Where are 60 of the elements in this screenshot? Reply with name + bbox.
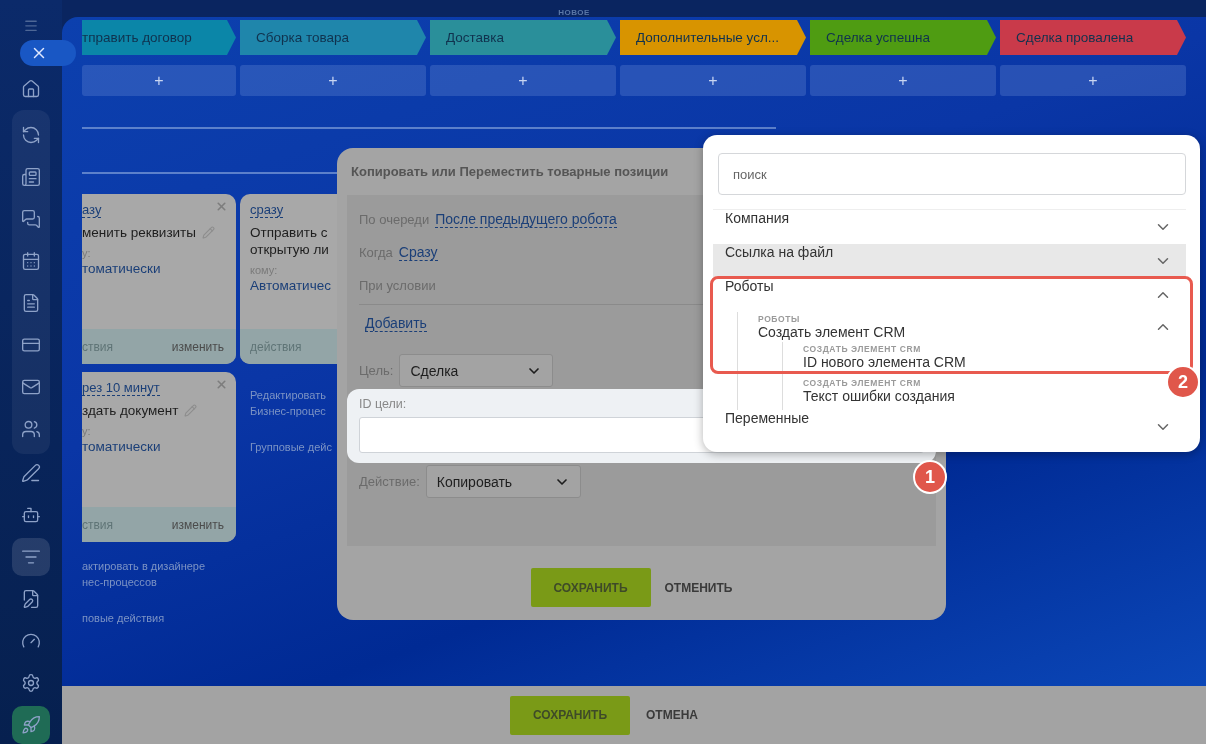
add-robot-button[interactable]: + — [430, 65, 616, 96]
add-robot-button[interactable]: + — [82, 65, 236, 96]
search-field[interactable]: поиск — [718, 153, 1186, 195]
designer-link[interactable]: повые действия — [82, 610, 236, 626]
refresh-icon — [21, 125, 41, 145]
stage-header[interactable]: Дополнительные усл... — [620, 20, 806, 55]
group-caption: СОЗДАТЬ ЭЛЕМЕНТ CRM — [803, 344, 921, 354]
robot-title: Отправить с открытую ли — [250, 224, 330, 258]
stage-header[interactable]: Сделка успешна — [810, 20, 996, 55]
stage-header[interactable]: Сборка товара — [240, 20, 426, 55]
group-caption: РОБОТЫ — [758, 314, 800, 324]
dialog-title: Копировать или Переместить товарные позиции — [351, 164, 669, 179]
field-link[interactable]: После предыдущего робота — [435, 211, 617, 228]
robot-title: здать документ — [82, 402, 179, 419]
home-icon — [21, 78, 41, 99]
group-caption: СОЗДАТЬ ЭЛЕМЕНТ CRM — [803, 378, 921, 388]
delay-link[interactable]: рез 10 минут — [82, 380, 160, 396]
delay-link[interactable]: азу — [82, 202, 102, 218]
designer-link[interactable]: нес-процессов — [82, 574, 236, 590]
recipient-value[interactable]: томатически — [82, 261, 226, 276]
sidebar-item[interactable] — [12, 538, 50, 576]
settings-icon — [21, 673, 41, 693]
rocket-icon — [21, 715, 41, 735]
tree-item[interactable]: ID нового элемента CRM — [803, 354, 966, 370]
newspaper-icon — [21, 167, 41, 187]
close-button[interactable] — [20, 39, 76, 67]
chat-icon — [21, 209, 41, 229]
add-robot-button[interactable]: + — [620, 65, 806, 96]
robot-icon — [21, 505, 41, 525]
pen-icon — [21, 463, 41, 483]
mail-icon — [21, 377, 41, 397]
designer-link[interactable]: актировать в дизайнере — [82, 558, 236, 574]
users-icon — [21, 419, 41, 439]
new-label: НОВОЕ — [558, 8, 590, 17]
stage-header[interactable]: Доставка — [430, 20, 616, 55]
cancel-button[interactable]: ОТМЕНИТЬ — [664, 580, 733, 595]
calendar-icon — [21, 251, 41, 271]
select-field[interactable]: Сделка — [399, 354, 554, 387]
edit-link[interactable]: изменить — [171, 339, 224, 354]
cancel-button[interactable]: ОТМЕНА — [646, 708, 698, 722]
category-item[interactable]: Ссылка на файл — [713, 244, 1186, 278]
document-edit-icon — [21, 589, 41, 609]
document-icon — [21, 293, 41, 313]
add-robot-button[interactable]: + — [240, 65, 426, 96]
add-robot-button[interactable]: + — [810, 65, 996, 96]
delay-link[interactable]: сразу — [250, 202, 284, 218]
tree-item[interactable]: Создать элемент CRM — [758, 324, 906, 340]
sidebar-item[interactable] — [12, 706, 50, 744]
recipient-value[interactable]: томатически — [82, 439, 226, 454]
tree-item[interactable]: Текст ошибки создания — [803, 388, 955, 404]
add-robot-button[interactable]: + — [1000, 65, 1186, 96]
robot-title: менить реквизиты — [82, 224, 196, 241]
save-button[interactable]: СОХРАНИТЬ — [530, 568, 651, 607]
add-link[interactable]: Добавить — [365, 315, 427, 332]
select-field[interactable]: Копировать — [425, 465, 581, 498]
stage-header[interactable]: Сделка провалена — [1000, 20, 1186, 55]
field-link[interactable]: Сразу — [398, 244, 438, 261]
save-button[interactable]: СОХРАНИТЬ — [510, 695, 630, 735]
stage-header[interactable]: тправить договор — [82, 20, 236, 55]
edit-link[interactable]: изменить — [171, 517, 224, 532]
